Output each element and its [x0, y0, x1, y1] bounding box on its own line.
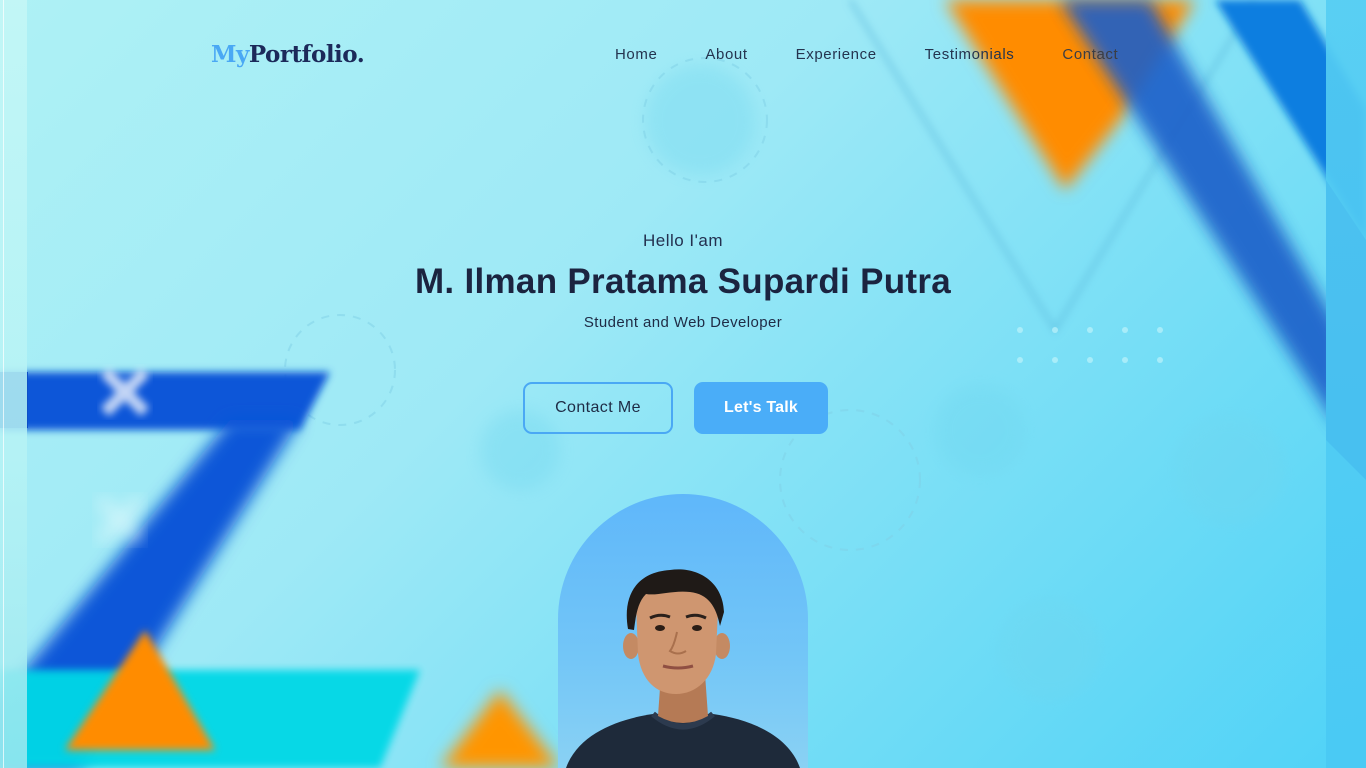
nav-item-testimonials[interactable]: Testimonials	[925, 46, 1015, 63]
brand-name: Portfolio.	[248, 41, 365, 68]
nav-item-about[interactable]: About	[705, 46, 747, 63]
brand-prefix: My	[211, 41, 249, 68]
navbar: MyPortfolio. Home About Experience Testi…	[0, 0, 1366, 110]
left-frame-line	[3, 0, 4, 768]
hero-name: M. Ilman Pratama Supardi Putra	[414, 262, 952, 301]
nav-item-contact[interactable]: Contact	[1062, 46, 1118, 63]
nav-item-home[interactable]: Home	[615, 46, 657, 63]
left-frame-edge	[0, 0, 27, 768]
contact-me-button[interactable]: Contact Me	[523, 382, 673, 434]
nav-menu: Home About Experience Testimonials Conta…	[615, 46, 1118, 63]
nav-item-experience[interactable]: Experience	[796, 46, 877, 63]
brand-logo[interactable]: MyPortfolio.	[211, 41, 365, 68]
lets-talk-button[interactable]: Let's Talk	[694, 382, 828, 434]
hero-greeting: Hello I'am	[642, 231, 724, 250]
hero-role: Student and Web Developer	[583, 314, 783, 331]
portfolio-page: MyPortfolio. Home About Experience Testi…	[0, 0, 1366, 768]
profile-photo	[558, 494, 808, 768]
person-illustration	[566, 569, 800, 768]
right-frame-edge	[1326, 0, 1366, 768]
